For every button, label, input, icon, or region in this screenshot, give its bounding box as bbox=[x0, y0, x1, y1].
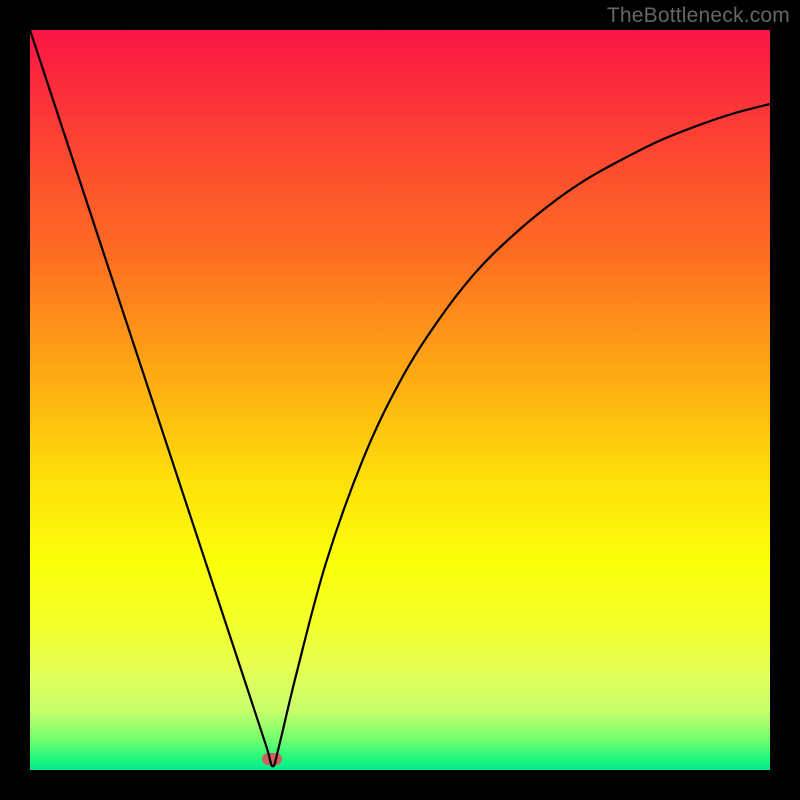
curve-plot bbox=[30, 30, 770, 770]
plot-area bbox=[30, 30, 770, 770]
watermark-text: TheBottleneck.com bbox=[607, 4, 790, 28]
